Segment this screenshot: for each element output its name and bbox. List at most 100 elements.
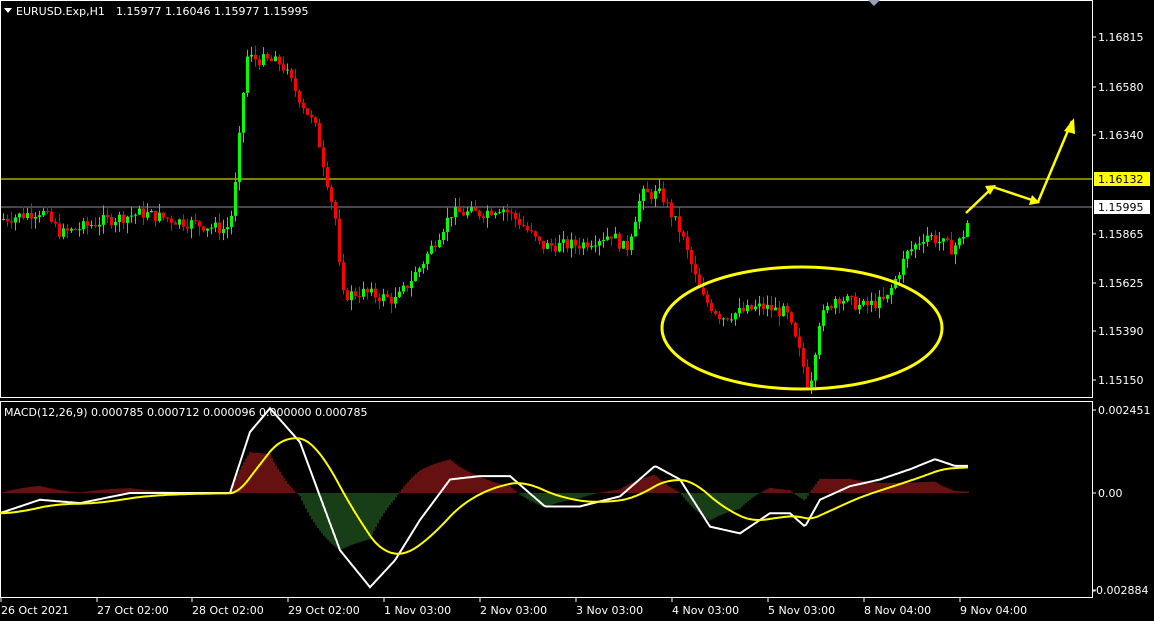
candle-body <box>658 188 661 192</box>
candle-body <box>366 288 369 293</box>
candle-body <box>242 92 245 133</box>
candle-body <box>582 242 585 249</box>
candle-body <box>230 215 233 228</box>
candle-body <box>598 241 601 246</box>
candle-body <box>258 59 261 65</box>
candle-body <box>802 348 805 367</box>
price-tick: 1.15390 <box>1098 325 1144 338</box>
candle-body <box>210 227 213 229</box>
candle-body <box>474 207 477 211</box>
candle-body <box>350 291 353 301</box>
candle-body <box>818 325 821 355</box>
candle-body <box>762 303 765 309</box>
candle-body <box>502 209 505 213</box>
candle-body <box>270 58 273 62</box>
candle-body <box>314 117 317 123</box>
candle-body <box>154 210 157 222</box>
time-label: 27 Oct 02:00 <box>97 604 169 617</box>
candle-body <box>578 245 581 249</box>
candle-body <box>170 218 173 223</box>
candle-body <box>302 102 305 109</box>
candle-body <box>586 242 589 248</box>
candle-body <box>526 226 529 231</box>
candle-body <box>614 233 617 239</box>
candle-body <box>714 310 717 314</box>
candle-body <box>238 132 241 182</box>
candle-body <box>574 239 577 246</box>
candle-body <box>554 245 557 252</box>
candle-body <box>866 300 869 305</box>
candle-body <box>966 223 969 237</box>
time-label: 5 Nov 03:00 <box>768 604 835 617</box>
candle-body <box>98 224 101 227</box>
candle-body <box>118 214 121 222</box>
time-label: 26 Oct 2021 <box>1 604 69 617</box>
candle-body <box>950 240 953 255</box>
candle-body <box>410 281 413 288</box>
candle-body <box>414 272 417 282</box>
candle-body <box>306 108 309 115</box>
candle-body <box>842 300 845 304</box>
candle-body <box>594 245 597 247</box>
candle-body <box>766 304 769 309</box>
candle-body <box>310 114 313 118</box>
candle-body <box>510 212 513 214</box>
macd-label: MACD(12,26,9) 0.000785 0.000712 0.000096… <box>4 406 367 419</box>
candle-body <box>378 297 381 302</box>
candle-body <box>30 213 33 219</box>
candle-body <box>562 239 565 243</box>
candle-body <box>114 221 117 226</box>
candle-body <box>546 243 549 249</box>
candle-body <box>882 296 885 299</box>
candle-body <box>130 215 133 217</box>
candle-body <box>934 235 937 244</box>
price-tick: 1.15625 <box>1098 277 1144 290</box>
trading-chart-window[interactable]: EURUSD.Exp,H1 1.15977 1.16046 1.15977 1.… <box>0 0 1154 621</box>
candle-body <box>266 53 269 59</box>
candle-body <box>538 236 541 241</box>
candle-body <box>530 230 533 232</box>
candle-body <box>326 167 329 188</box>
price-tick: 1.16580 <box>1098 81 1144 94</box>
candle-body <box>514 212 517 219</box>
candle-body <box>694 264 697 275</box>
candle-body <box>646 188 649 193</box>
candle-body <box>438 240 441 247</box>
candle-body <box>418 268 421 273</box>
candle-body <box>942 238 945 242</box>
bid-price-tag-text: 1.15995 <box>1098 201 1144 214</box>
candle-body <box>846 296 849 301</box>
candle-body <box>442 232 445 241</box>
candle-body <box>730 319 733 321</box>
candle-body <box>462 212 465 216</box>
time-label: 3 Nov 03:00 <box>576 604 643 617</box>
candle-body <box>6 218 9 222</box>
candle-body <box>122 214 125 223</box>
candle-body <box>102 215 105 225</box>
candle-body <box>250 54 253 57</box>
candle-body <box>46 211 49 213</box>
level-price-tag-text: 1.16132 <box>1098 173 1144 186</box>
candle-body <box>746 305 749 312</box>
candle-body <box>450 217 453 219</box>
candle-body <box>810 380 813 388</box>
candle-body <box>278 56 281 65</box>
candle-body <box>518 218 521 225</box>
candle-body <box>626 240 629 251</box>
candle-body <box>254 54 257 60</box>
candle-body <box>758 303 761 307</box>
candle-body <box>726 318 729 320</box>
candle-body <box>722 318 725 320</box>
candle-body <box>702 287 705 295</box>
candle-body <box>774 307 777 311</box>
candle-body <box>814 354 817 381</box>
price-axis: 1.16815 1.16580 1.16340 1.16132 1.15995 … <box>1092 31 1150 387</box>
candle-body <box>82 221 85 230</box>
candle-body <box>834 298 837 309</box>
candle-body <box>454 206 457 218</box>
candle-body <box>634 221 637 237</box>
candle-body <box>954 245 957 255</box>
candle-body <box>890 287 893 295</box>
candle-body <box>338 218 341 263</box>
candle-body <box>234 181 237 216</box>
